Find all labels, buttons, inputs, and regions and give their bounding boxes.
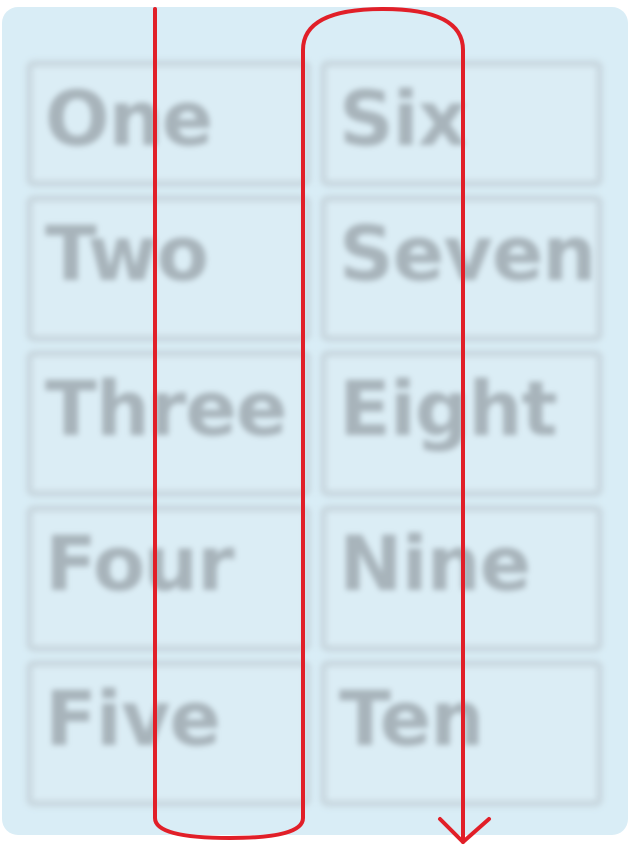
grid-cell-two: Two [26, 195, 311, 342]
cell-label-six: Six [339, 74, 467, 163]
cell-label-three: Three [45, 364, 288, 453]
cell-label-eight: Eight [339, 364, 558, 453]
grid-cell-seven: Seven [320, 195, 603, 342]
grid-cell-one: One [26, 60, 311, 187]
grid-cell-five: Five [26, 660, 311, 807]
cell-label-ten: Ten [339, 674, 484, 763]
blurred-word-grid: One Six Two Seven Three Eight Four Nine [2, 7, 628, 835]
grid-cell-ten: Ten [320, 660, 603, 807]
cell-label-nine: Nine [339, 519, 531, 608]
cell-label-seven: Seven [339, 209, 596, 298]
cell-label-one: One [45, 74, 213, 163]
cell-label-two: Two [45, 209, 209, 298]
grid-cell-three: Three [26, 350, 311, 497]
grid-cell-eight: Eight [320, 350, 603, 497]
grid-cell-four: Four [26, 505, 311, 652]
diagram-canvas: One Six Two Seven Three Eight Four Nine [0, 0, 630, 847]
grid-cell-six: Six [320, 60, 603, 187]
cell-label-four: Four [45, 519, 235, 608]
cell-label-five: Five [45, 674, 221, 763]
grid-cell-nine: Nine [320, 505, 603, 652]
word-grid-panel: One Six Two Seven Three Eight Four Nine [2, 7, 628, 835]
